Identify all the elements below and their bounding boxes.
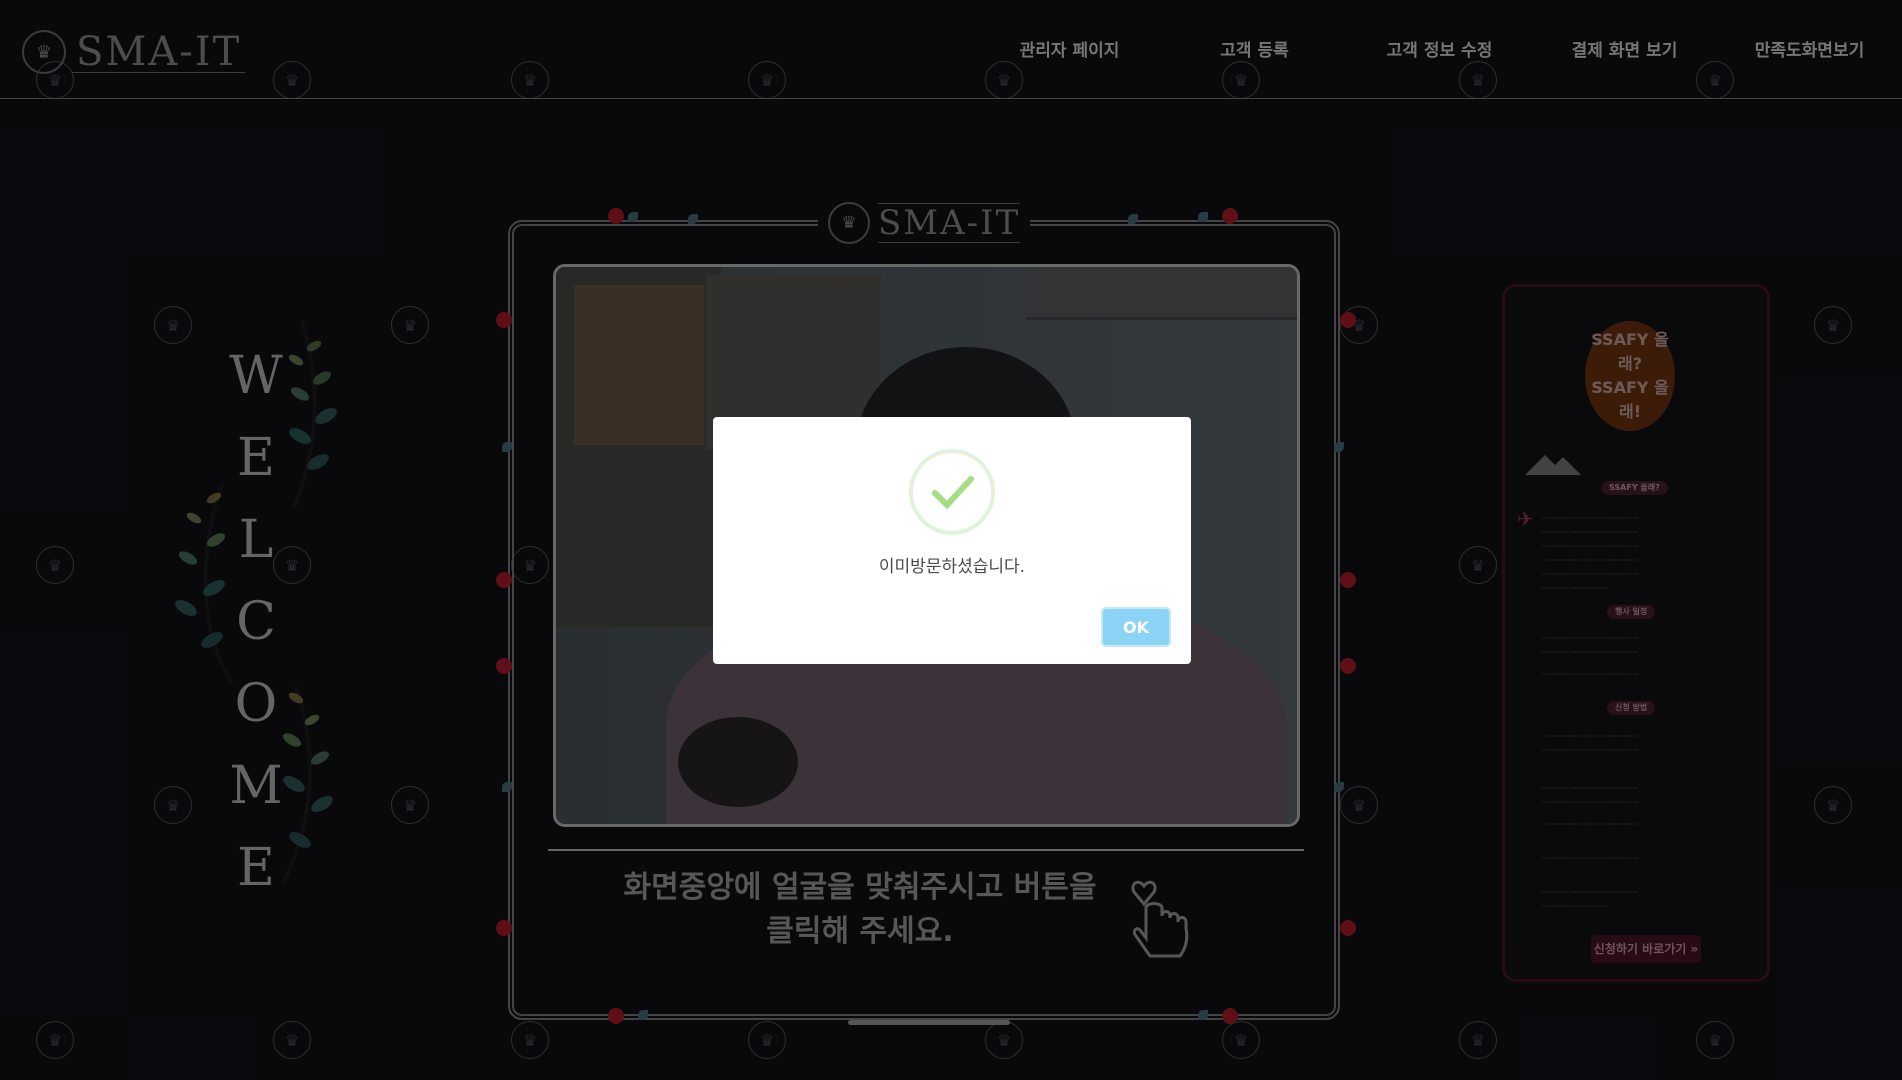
alert-message: 이미방문하셨습니다.	[878, 557, 1026, 577]
alert-dialog: 이미방문하셨습니다. OK	[713, 417, 1191, 664]
ok-button[interactable]: OK	[1101, 607, 1171, 647]
success-check-icon	[909, 449, 995, 535]
